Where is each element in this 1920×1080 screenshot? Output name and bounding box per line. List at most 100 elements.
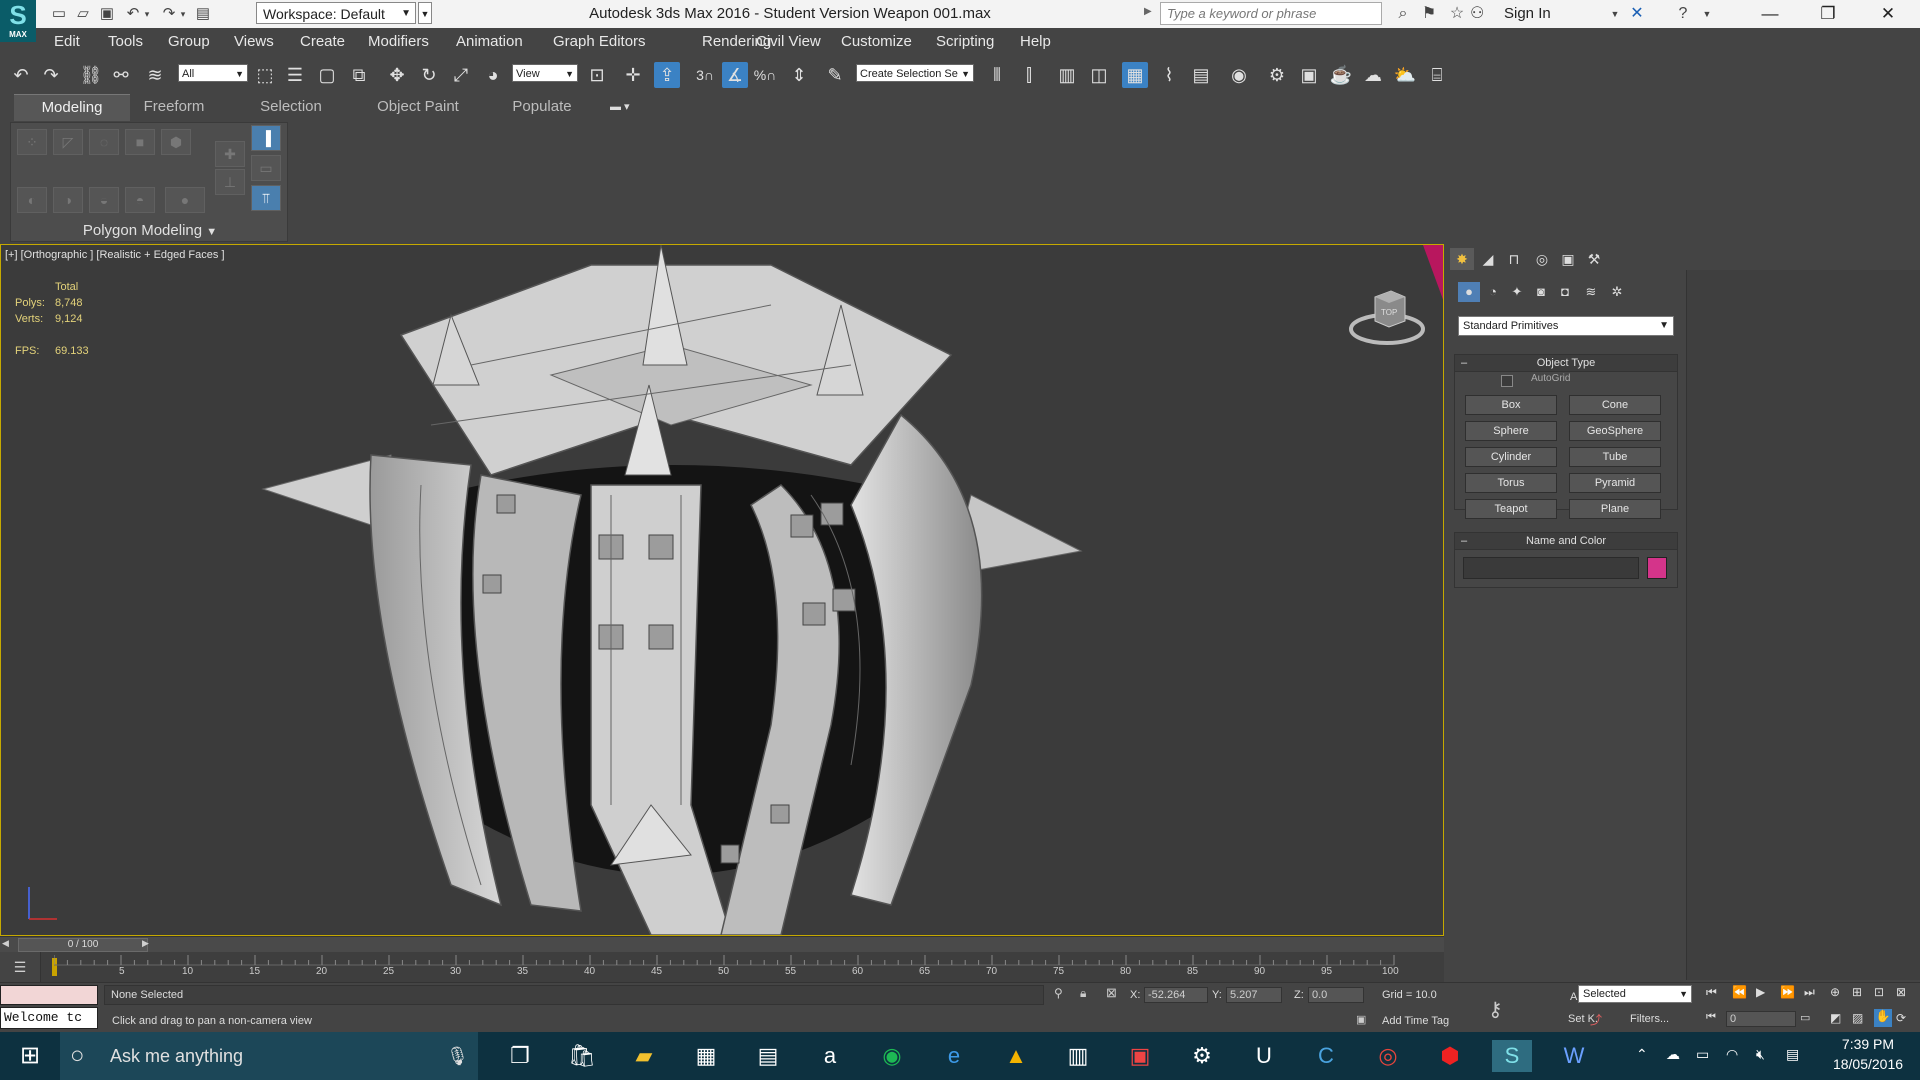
save-file-icon[interactable]: ▣ [96, 4, 118, 24]
render-setup-icon[interactable]: ⚙ [1264, 62, 1290, 88]
cylinder-button[interactable]: Cylinder [1465, 447, 1557, 467]
menu-animation[interactable]: Animation [456, 28, 523, 56]
spinner-snap-icon[interactable]: ⇕ [786, 62, 812, 88]
tab-populate[interactable]: Populate [502, 94, 582, 120]
object-type-header[interactable]: – Object Type [1455, 355, 1677, 372]
microphone-icon[interactable]: 🎙︎ [446, 1032, 469, 1080]
space-warps-category-icon[interactable]: ≋ [1580, 282, 1602, 302]
unlink-selection-icon[interactable]: ⚯ [108, 62, 134, 88]
window-crossing-icon[interactable]: ⧉ [346, 62, 372, 88]
time-slider-prev-icon[interactable]: ◀ [2, 938, 9, 949]
bind-to-space-warp-icon[interactable]: ≋ [142, 62, 168, 88]
material-editor-icon[interactable]: ◉ [1226, 62, 1252, 88]
x-coordinate-field[interactable]: -52.264 [1144, 987, 1208, 1003]
select-and-place-icon[interactable]: ◕ [480, 62, 506, 88]
sphere-button[interactable]: Sphere [1465, 421, 1557, 441]
play-icon[interactable]: ▶ [1756, 985, 1765, 999]
add-time-tag-button[interactable]: Add Time Tag [1382, 1015, 1449, 1027]
go-to-end-icon[interactable]: ⏭ [1804, 985, 1815, 1000]
display-panel-icon[interactable]: ▣ [1556, 248, 1580, 270]
selection-filter-dropdown[interactable]: All ▼ [178, 64, 248, 82]
tab-freeform[interactable]: Freeform [132, 94, 216, 120]
geometry-category-icon[interactable]: ● [1458, 282, 1480, 302]
perspective-viewport[interactable]: [+] [Orthographic ] [Realistic + Edged F… [0, 244, 1444, 936]
adobe-app-icon[interactable]: ▣ [1120, 1040, 1160, 1072]
pivot-point-center-icon[interactable]: ⊡ [584, 62, 610, 88]
cameras-category-icon[interactable]: ◙ [1530, 282, 1552, 302]
undo-dropdown-icon[interactable]: ▾ [140, 4, 154, 24]
named-selection-dropdown[interactable]: Create Selection Se ▼ [856, 64, 974, 82]
plane-button[interactable]: Plane [1569, 499, 1661, 519]
pyramid-button[interactable]: Pyramid [1569, 473, 1661, 493]
system-clock[interactable]: 7:39 PM 18/05/2016 [1818, 1034, 1918, 1078]
viewport-label-menu[interactable]: [+] [Orthographic ] [Realistic + Edged F… [5, 249, 225, 261]
select-object-icon[interactable]: ⬚ [252, 62, 278, 88]
trackbar[interactable]: ☰ 5 10 15 20 25 30 35 40 45 50 55 60 65 … [0, 952, 1444, 982]
photos-icon[interactable]: ▤ [748, 1040, 788, 1072]
key-mode-toggle-icon[interactable]: ⏮ [1706, 1011, 1716, 1024]
time-slider-thumb[interactable]: 0 / 100 [18, 938, 148, 952]
object-color-swatch[interactable] [1647, 557, 1667, 579]
object-name-input[interactable] [1463, 557, 1639, 579]
communication-center-icon[interactable]: ⚑ [1418, 4, 1440, 24]
exchange-apps-icon[interactable]: ✕ [1626, 4, 1648, 24]
primitive-category-dropdown[interactable]: Standard Primitives ▼ [1458, 316, 1674, 336]
tab-modeling[interactable]: Modeling [14, 94, 130, 121]
schematic-view-icon[interactable]: ▤ [1188, 62, 1214, 88]
snaps-toggle-icon[interactable]: 3∩ [692, 62, 718, 88]
action-center-icon[interactable]: ▤ [1786, 1046, 1799, 1063]
render-iterative-icon[interactable]: ☁ [1360, 62, 1386, 88]
open-file-icon[interactable]: ▱ [72, 4, 94, 24]
keyboard-shortcut-override-icon[interactable]: ⇪ [654, 62, 680, 88]
helpers-category-icon[interactable]: ◘ [1554, 282, 1576, 302]
menu-tools[interactable]: Tools [108, 28, 143, 56]
sign-in-dropdown-icon[interactable]: ▼ [1604, 4, 1626, 24]
antivirus-icon[interactable]: ⬢ [1430, 1040, 1470, 1072]
lights-category-icon[interactable]: ✦ [1506, 282, 1528, 302]
viewcube-icon[interactable]: TOP [1347, 279, 1427, 349]
menu-graph-editors[interactable]: Graph Editors [553, 28, 646, 56]
select-and-rotate-icon[interactable]: ↻ [416, 62, 442, 88]
go-to-start-icon[interactable]: ⏮ [1706, 985, 1717, 1000]
quick-access-customize-icon[interactable]: ▼ [418, 2, 432, 24]
edge-browser-icon[interactable]: e [934, 1040, 974, 1072]
cortana-search-box[interactable]: ○ Ask me anything 🎙︎ [60, 1032, 478, 1080]
tube-button[interactable]: Tube [1569, 447, 1661, 467]
geosphere-button[interactable]: GeoSphere [1569, 421, 1661, 441]
field-of-view-icon[interactable]: ◩ [1830, 1011, 1841, 1025]
shrink-selection-icon[interactable]: ◑ [53, 187, 83, 213]
align-icon[interactable]: ⫿ [1016, 62, 1042, 88]
redo-toolbar-icon[interactable]: ↷ [38, 62, 64, 88]
box-button[interactable]: Box [1465, 395, 1557, 415]
create-panel-icon[interactable]: ✸ [1450, 248, 1474, 270]
key-filter-dropdown[interactable]: Selected ▼ [1578, 985, 1692, 1003]
hierarchy-panel-icon[interactable]: ⊓ [1502, 248, 1526, 270]
help-icon[interactable]: ? [1672, 4, 1694, 24]
time-configuration-icon[interactable]: ▭ [1800, 1011, 1810, 1024]
select-manipulate-icon[interactable]: ✛ [620, 62, 646, 88]
task-view-icon[interactable]: ❐ [500, 1040, 540, 1072]
zoom-region-icon[interactable]: ▨ [1852, 1011, 1863, 1025]
polygon-modeling-dropdown[interactable]: Polygon Modeling ▼ [11, 221, 289, 241]
vertex-icon[interactable]: ⁘ [17, 129, 47, 155]
y-coordinate-field[interactable]: 5.207 [1226, 987, 1282, 1003]
windows-start-icon[interactable]: ⊞ [0, 1032, 60, 1080]
battery-icon[interactable]: ▭ [1696, 1046, 1709, 1063]
time-slider[interactable]: ◀ 0 / 100 ▶ [0, 936, 1444, 953]
time-slider-next-icon[interactable]: ▶ [142, 938, 149, 949]
edge-icon[interactable]: ◸ [53, 129, 83, 155]
select-by-name-icon[interactable]: ☰ [282, 62, 308, 88]
render-in-cloud-icon[interactable]: ⛅ [1392, 62, 1418, 88]
zoom-extents-all-icon[interactable]: ⊠ [1896, 985, 1906, 999]
tab-object-paint[interactable]: Object Paint [366, 94, 470, 120]
calculator-icon[interactable]: ▦ [686, 1040, 726, 1072]
key-filters-button[interactable]: Filters... [1630, 1013, 1669, 1025]
3ds-max-taskbar-icon[interactable]: S [1492, 1040, 1532, 1072]
percent-snap-icon[interactable]: %∩ [752, 62, 778, 88]
edit-named-selection-icon[interactable]: ✎ [822, 62, 848, 88]
show-end-result-icon[interactable]: ⊥ [215, 169, 245, 195]
store-icon[interactable]: 🛍︎ [562, 1040, 602, 1072]
menu-create[interactable]: Create [300, 28, 345, 56]
zoom-icon[interactable]: ⊕ [1830, 985, 1840, 999]
previous-frame-icon[interactable]: ⏪ [1732, 985, 1747, 999]
